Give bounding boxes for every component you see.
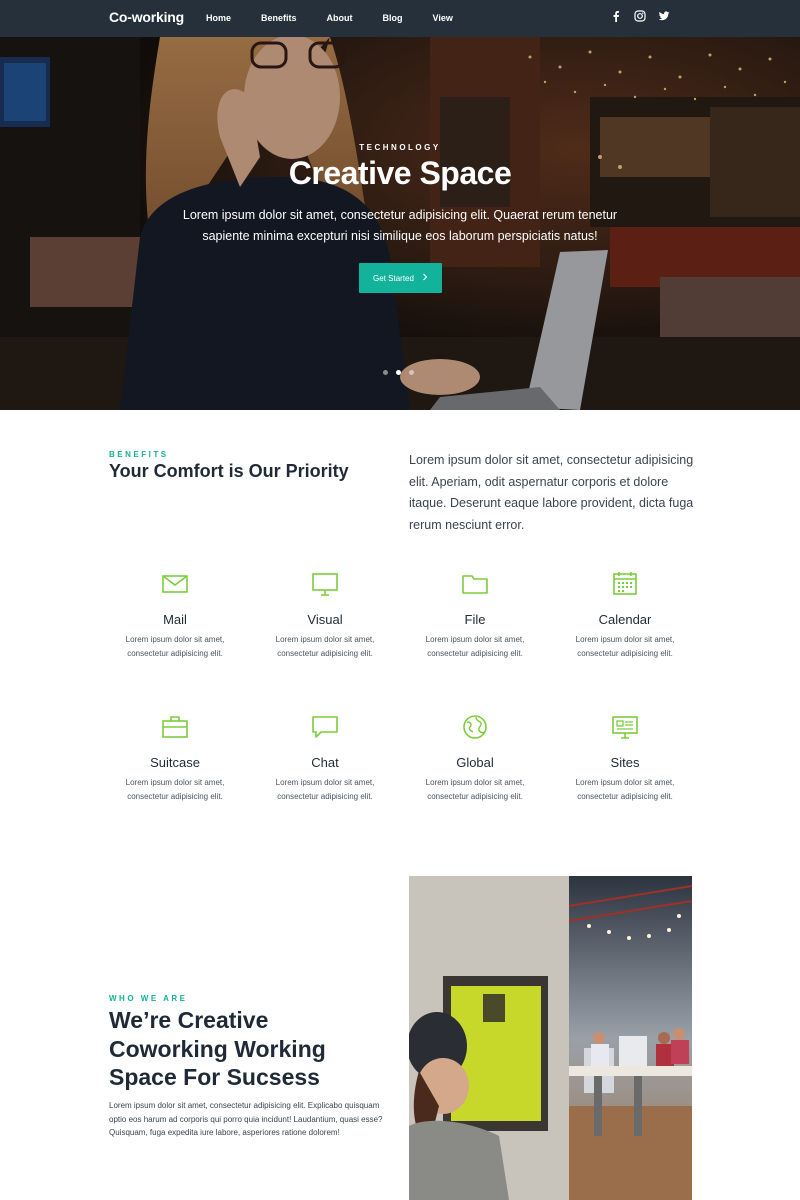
feature-text: Lorem ipsum dolor sit amet, consectetur … — [425, 778, 525, 801]
nav-item-about[interactable]: About — [327, 13, 353, 23]
globe-icon — [461, 713, 489, 741]
main-menu: Home Benefits About Blog View — [206, 13, 483, 23]
hero-banner: TECHNOLOGY Creative Space Lorem ipsum do… — [0, 37, 800, 410]
feature-title: Global — [456, 755, 494, 770]
hero-description: Lorem ipsum dolor sit amet, consectetur … — [182, 208, 618, 243]
feature-card: Calendar Lorem ipsum dolor sit amet, con… — [550, 570, 700, 660]
benefits-title: Your Comfort is Our Priority — [109, 461, 349, 481]
get-started-label: Get Started — [373, 273, 414, 283]
mail-icon — [161, 570, 189, 598]
about-title: We’re Creative Coworking Working Space F… — [109, 1007, 326, 1090]
nav-item-blog[interactable]: Blog — [383, 13, 403, 23]
hero-eyebrow: TECHNOLOGY — [359, 143, 441, 152]
feature-card: Global Lorem ipsum dolor sit amet, conse… — [400, 713, 550, 803]
slider-dot-active[interactable] — [396, 370, 401, 375]
feature-text: Lorem ipsum dolor sit amet, consectetur … — [125, 778, 225, 801]
monitor-icon — [311, 570, 339, 598]
feature-title: Chat — [311, 755, 339, 770]
calendar-icon — [611, 570, 639, 598]
about-photo — [409, 876, 692, 1200]
twitter-icon[interactable] — [658, 10, 670, 22]
nav-item-home[interactable]: Home — [206, 13, 231, 23]
feature-title: File — [464, 612, 486, 627]
instagram-icon[interactable] — [634, 10, 646, 22]
about-description: Lorem ipsum dolor sit amet, consectetur … — [109, 1101, 383, 1137]
chevron-right-icon — [422, 273, 428, 283]
feature-text: Lorem ipsum dolor sit amet, consectetur … — [575, 635, 675, 658]
slider-dot[interactable] — [409, 370, 414, 375]
social-links — [610, 10, 670, 22]
benefits-eyebrow: BENEFITS — [109, 450, 169, 459]
feature-card: Mail Lorem ipsum dolor sit amet, consect… — [100, 570, 250, 660]
slider-dots — [383, 370, 414, 375]
get-started-button[interactable]: Get Started — [359, 263, 442, 293]
feature-title: Sites — [610, 755, 640, 770]
feature-title: Visual — [307, 612, 343, 627]
facebook-icon[interactable] — [610, 10, 622, 22]
sites-icon — [611, 713, 639, 741]
benefits-description: Lorem ipsum dolor sit amet, consectetur … — [409, 453, 694, 532]
feature-card: Chat Lorem ipsum dolor sit amet, consect… — [250, 713, 400, 803]
feature-title: Calendar — [598, 612, 652, 627]
feature-text: Lorem ipsum dolor sit amet, consectetur … — [575, 778, 675, 801]
nav-item-benefits[interactable]: Benefits — [261, 13, 297, 23]
feature-card: File Lorem ipsum dolor sit amet, consect… — [400, 570, 550, 660]
feature-title: Suitcase — [150, 755, 200, 770]
suitcase-icon — [161, 713, 189, 741]
nav-item-view[interactable]: View — [433, 13, 453, 23]
brand-logo[interactable]: Co-working — [109, 9, 184, 25]
chat-icon — [311, 713, 339, 741]
slider-dot[interactable] — [383, 370, 388, 375]
folder-icon — [461, 570, 489, 598]
feature-text: Lorem ipsum dolor sit amet, consectetur … — [275, 778, 375, 801]
feature-card: Suitcase Lorem ipsum dolor sit amet, con… — [100, 713, 250, 803]
feature-card: Visual Lorem ipsum dolor sit amet, conse… — [250, 570, 400, 660]
feature-title: Mail — [163, 612, 187, 627]
feature-card: Sites Lorem ipsum dolor sit amet, consec… — [550, 713, 700, 803]
feature-text: Lorem ipsum dolor sit amet, consectetur … — [275, 635, 375, 658]
hero-title: Creative Space — [288, 155, 512, 191]
about-eyebrow: WHO WE ARE — [109, 994, 188, 1003]
feature-text: Lorem ipsum dolor sit amet, consectetur … — [425, 635, 525, 658]
top-navbar: Co-working Home Benefits About Blog View — [0, 0, 800, 37]
feature-text: Lorem ipsum dolor sit amet, consectetur … — [125, 635, 225, 658]
